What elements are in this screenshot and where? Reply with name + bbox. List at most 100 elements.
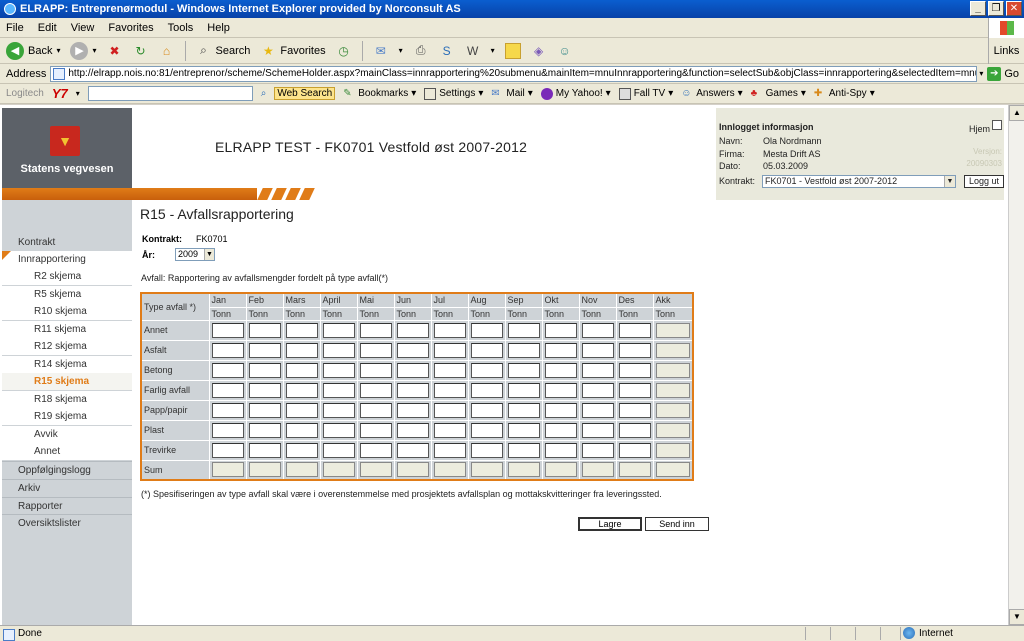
amount-input[interactable] [470, 382, 503, 398]
y7-dropdown-icon[interactable]: ▾ [76, 89, 80, 98]
links-button[interactable]: Links [988, 38, 1024, 64]
amount-input[interactable] [248, 342, 281, 358]
sidebar-item-avvik[interactable]: Avvik [2, 426, 132, 443]
amount-input[interactable] [322, 342, 355, 358]
amount-input[interactable] [581, 322, 614, 338]
amount-input[interactable] [211, 382, 244, 398]
magnifier-icon[interactable]: ⌕ [261, 88, 267, 99]
amount-input[interactable] [470, 442, 503, 458]
amount-input[interactable] [618, 382, 651, 398]
sidebar-item-r5[interactable]: R5 skjema [2, 286, 132, 303]
amount-input[interactable] [211, 402, 244, 418]
amount-input[interactable] [433, 382, 466, 398]
amount-input[interactable] [618, 342, 651, 358]
amount-input[interactable] [618, 442, 651, 458]
mail-dropdown-icon[interactable]: ▾ [399, 46, 403, 55]
print-icon[interactable]: ⎙ [413, 43, 429, 59]
year-select[interactable]: 2009 ▼ [175, 248, 215, 261]
amount-input[interactable] [618, 322, 651, 338]
forward-dropdown-icon[interactable]: ▾ [92, 46, 96, 55]
bookmarks-button[interactable]: ✎ Bookmarks ▾ [343, 88, 416, 100]
history-icon[interactable]: ◷ [336, 43, 352, 59]
amount-input[interactable] [396, 342, 429, 358]
amount-input[interactable] [396, 362, 429, 378]
amount-input[interactable] [359, 322, 392, 338]
amount-input[interactable] [248, 322, 281, 338]
amount-input[interactable] [544, 322, 577, 338]
favorites-button[interactable]: ★ Favorites [260, 43, 326, 59]
sidebar-item-r11[interactable]: R11 skjema [2, 321, 132, 338]
menu-help[interactable]: Help [207, 22, 230, 34]
amount-input[interactable] [433, 322, 466, 338]
search-button[interactable]: ⌕ Search [196, 43, 250, 59]
amount-input[interactable] [433, 342, 466, 358]
scroll-up-icon[interactable]: ▲ [1009, 105, 1024, 121]
amount-input[interactable] [211, 362, 244, 378]
menu-file[interactable]: File [6, 22, 24, 34]
amount-input[interactable] [322, 362, 355, 378]
amount-input[interactable] [581, 362, 614, 378]
amount-input[interactable] [544, 382, 577, 398]
scroll-down-icon[interactable]: ▼ [1009, 609, 1024, 625]
amount-input[interactable] [581, 422, 614, 438]
sidebar-item-r12[interactable]: R12 skjema [2, 338, 132, 355]
sidebar-item-annet[interactable]: Annet [2, 443, 132, 460]
amount-input[interactable] [470, 342, 503, 358]
amount-input[interactable] [359, 402, 392, 418]
amount-input[interactable] [470, 322, 503, 338]
amount-input[interactable] [433, 402, 466, 418]
amount-input[interactable] [544, 362, 577, 378]
amount-input[interactable] [507, 362, 540, 378]
address-input[interactable]: http://elrapp.nois.no:81/entreprenor/sch… [50, 65, 978, 82]
amount-input[interactable] [470, 422, 503, 438]
sidebar-item-innrapportering[interactable]: Innrapportering [2, 251, 132, 268]
amount-input[interactable] [285, 362, 318, 378]
amount-input[interactable] [359, 442, 392, 458]
amount-input[interactable] [581, 402, 614, 418]
amount-input[interactable] [248, 382, 281, 398]
sidebar-item-arkiv[interactable]: Arkiv [2, 479, 132, 496]
sidebar-item-r10[interactable]: R10 skjema [2, 303, 132, 320]
skype-icon[interactable]: S [439, 43, 455, 59]
notes-icon[interactable] [504, 42, 521, 59]
vertical-scrollbar[interactable]: ▲ ▼ [1008, 105, 1024, 625]
anti-spy-button[interactable]: ✚ Anti-Spy ▾ [814, 88, 875, 100]
amount-input[interactable] [507, 382, 540, 398]
amount-input[interactable] [433, 362, 466, 378]
amount-input[interactable] [396, 382, 429, 398]
sidebar-item-r18[interactable]: R18 skjema [2, 391, 132, 408]
amount-input[interactable] [396, 442, 429, 458]
answers-button[interactable]: ☺ Answers ▾ [681, 88, 742, 100]
amount-input[interactable] [581, 382, 614, 398]
save-button[interactable]: Lagre [578, 517, 642, 531]
amount-input[interactable] [544, 422, 577, 438]
edit-icon[interactable]: W [465, 43, 481, 59]
amount-input[interactable] [507, 322, 540, 338]
web-search-button[interactable]: Web Search [274, 87, 336, 100]
amount-input[interactable] [507, 342, 540, 358]
amount-input[interactable] [359, 422, 392, 438]
amount-input[interactable] [581, 342, 614, 358]
sidebar-item-r2[interactable]: R2 skjema [2, 268, 132, 285]
logout-button[interactable]: Logg ut [964, 175, 1004, 188]
sidebar-item-r19[interactable]: R19 skjema [2, 408, 132, 425]
amount-input[interactable] [322, 402, 355, 418]
minimize-button[interactable]: _ [970, 1, 986, 16]
close-button[interactable]: ✕ [1006, 1, 1022, 16]
amount-input[interactable] [618, 402, 651, 418]
amount-input[interactable] [285, 382, 318, 398]
amount-input[interactable] [544, 342, 577, 358]
amount-input[interactable] [248, 422, 281, 438]
home-icon[interactable]: ⌂ [159, 43, 175, 59]
go-button[interactable]: ➔ Go [987, 66, 1019, 81]
my-yahoo-button[interactable]: My Yahoo! ▾ [540, 87, 611, 100]
amount-input[interactable] [433, 422, 466, 438]
menu-favorites[interactable]: Favorites [108, 22, 153, 34]
yahoo-search-input[interactable] [87, 86, 253, 101]
amount-input[interactable] [322, 422, 355, 438]
sidebar-item-rapporter[interactable]: Rapporter [2, 497, 132, 514]
amount-input[interactable] [211, 322, 244, 338]
research-icon[interactable]: ◈ [531, 43, 547, 59]
edit-dropdown-icon[interactable]: ▾ [491, 46, 495, 55]
y7-logo[interactable]: Y7 [52, 86, 68, 101]
